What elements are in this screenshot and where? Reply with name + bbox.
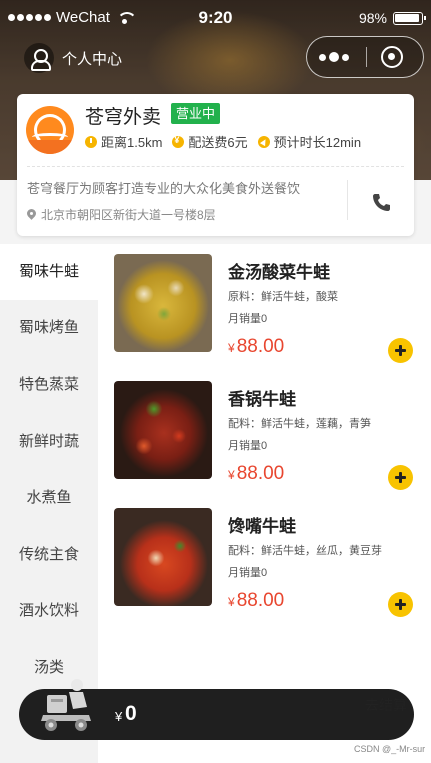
mini-program-capsule — [306, 36, 424, 78]
status-badge: 营业中 — [171, 103, 221, 124]
battery-icon — [393, 11, 426, 25]
dish-image[interactable] — [114, 254, 212, 352]
dish-image[interactable] — [114, 381, 212, 479]
price-value: 88.00 — [236, 463, 285, 484]
category-item[interactable]: 蜀味烤鱼 — [0, 300, 98, 356]
delivery-fee-info: 配送费6元 — [172, 132, 248, 151]
more-icon[interactable] — [319, 51, 355, 63]
battery-status: 98% — [358, 10, 426, 26]
dish-sales: 月销量0 — [228, 440, 268, 452]
shop-address: 北京市朝阳区新街大道一号楼8层 — [27, 206, 216, 223]
category-item[interactable]: 酒水饮料 — [0, 583, 98, 639]
dish-price: ¥88.00 — [228, 463, 284, 485]
dish-sales: 月销量0 — [228, 567, 268, 579]
distance-info: 距离1.5km — [85, 132, 162, 151]
shop-name: 苍穹外卖 — [85, 107, 162, 128]
capsule-divider — [366, 47, 367, 67]
dish-price: ¥88.00 — [228, 590, 284, 612]
dish-item[interactable]: 金汤酸菜牛蛙 原料：鲜活牛蛙，酸菜 月销量0 ¥88.00 — [98, 244, 431, 370]
currency-symbol: ¥ — [228, 341, 235, 355]
dish-price: ¥88.00 — [228, 336, 284, 358]
dish-list: 金汤酸菜牛蛙 原料：鲜活牛蛙，酸菜 月销量0 ¥88.00 香锅牛蛙 配料：鲜活… — [98, 244, 431, 763]
dish-item[interactable]: 香锅牛蛙 配料：鲜活牛蛙，莲藕，青笋 月销量0 ¥88.00 — [98, 371, 431, 497]
clock-icon — [85, 135, 97, 148]
cart-currency: ¥ — [115, 709, 123, 724]
distance-text: 距离1.5km — [101, 135, 163, 150]
delivery-scooter-icon[interactable] — [33, 675, 97, 737]
address-text: 北京市朝阳区新街大道一号楼8层 — [41, 208, 216, 222]
shop-logo — [26, 106, 74, 154]
divider — [27, 166, 404, 167]
dish-ingredients: 原料：鲜活牛蛙，酸菜 — [228, 291, 338, 303]
category-item[interactable]: 特色蒸菜 — [0, 357, 98, 413]
currency-symbol: ¥ — [228, 595, 235, 609]
add-to-cart-button[interactable] — [388, 465, 413, 490]
shop-meta: 距离1.5km 配送费6元 预计时长12min — [85, 132, 371, 151]
dish-image[interactable] — [114, 508, 212, 606]
category-item[interactable]: 蜀味牛蛙 — [0, 244, 98, 300]
est-time-info: 预计时长12min — [257, 132, 362, 151]
battery-percent: 98% — [358, 10, 387, 26]
location-pin-icon — [27, 209, 36, 220]
price-value: 88.00 — [236, 590, 285, 611]
dish-sales: 月销量0 — [228, 313, 268, 325]
category-item[interactable]: 传统主食 — [0, 527, 98, 583]
category-item[interactable]: 新鲜时蔬 — [0, 414, 98, 470]
money-icon — [172, 135, 185, 148]
dish-name: 金汤酸菜牛蛙 — [228, 263, 330, 282]
divider — [347, 180, 348, 220]
dish-item[interactable]: 馋嘴牛蛙 配料：鲜活牛蛙，丝瓜，黄豆芽 月销量0 ¥88.00 — [98, 498, 431, 624]
delivery-fee-text: 配送费6元 — [188, 135, 248, 150]
currency-symbol: ¥ — [228, 468, 235, 482]
add-to-cart-button[interactable] — [388, 592, 413, 617]
dish-ingredients: 配料：鲜活牛蛙，丝瓜，黄豆芽 — [228, 545, 382, 557]
dish-name: 香锅牛蛙 — [228, 390, 296, 409]
navigation-icon — [257, 135, 270, 148]
status-bar: WeChat 9:20 98% — [0, 0, 431, 36]
add-to-cart-button[interactable] — [388, 338, 413, 363]
est-time-text: 预计时长12min — [273, 135, 362, 150]
cart-bar[interactable]: ¥ 0 去结算 — [19, 679, 414, 740]
user-center-button[interactable]: 个人中心 — [24, 42, 122, 74]
shop-description: 苍穹餐厅为顾客打造专业的大众化美食外送餐饮 — [27, 181, 301, 196]
close-mini-program-icon[interactable] — [381, 46, 403, 68]
price-value: 88.00 — [236, 336, 285, 357]
category-item[interactable]: 水煮鱼 — [0, 470, 98, 526]
checkout-button[interactable]: 去结算 — [365, 695, 407, 715]
user-icon — [24, 43, 54, 73]
user-center-label: 个人中心 — [62, 50, 123, 68]
phone-icon[interactable] — [371, 192, 391, 212]
shop-info-card: 苍穹外卖 营业中 距离1.5km 配送费6元 预计时长12min 苍穹餐厅为顾客… — [17, 94, 414, 236]
dish-name: 馋嘴牛蛙 — [228, 517, 296, 536]
watermark: CSDN @_-Mr-sur — [354, 744, 426, 754]
cart-total: 0 — [125, 702, 137, 725]
dish-ingredients: 配料：鲜活牛蛙，莲藕，青笋 — [228, 418, 371, 430]
